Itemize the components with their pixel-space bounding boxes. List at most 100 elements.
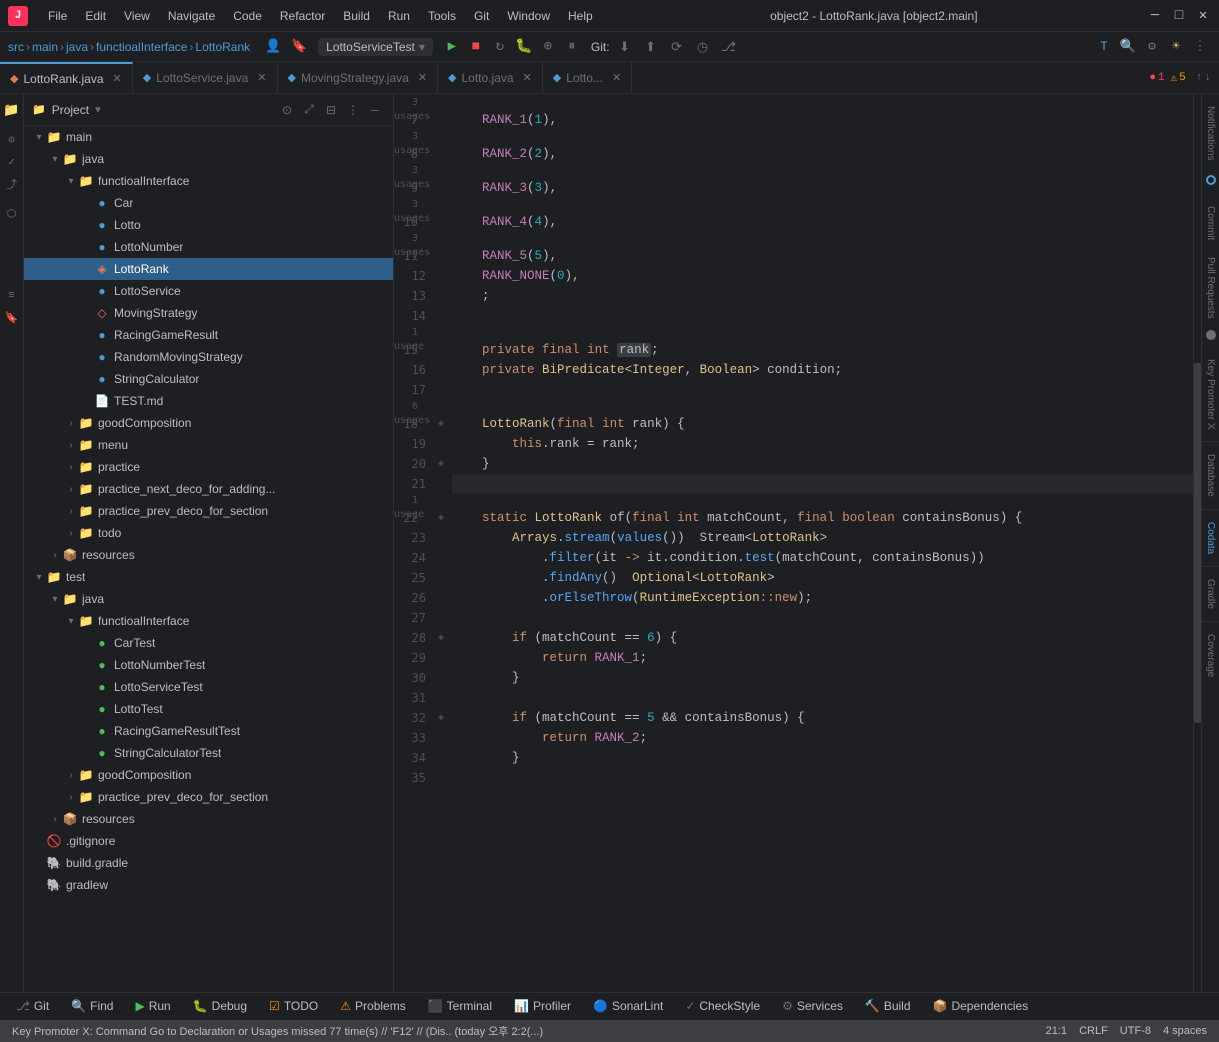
- tree-item[interactable]: ● StringCalculator: [24, 368, 393, 390]
- search-btn[interactable]: 🔍: [1117, 36, 1139, 58]
- menu-item-edit[interactable]: Edit: [77, 7, 114, 25]
- bookmark-btn[interactable]: 🔖: [288, 36, 310, 58]
- editor-tab[interactable]: ◆LottoService.java✕: [133, 62, 278, 93]
- tree-item[interactable]: ● LottoTest: [24, 698, 393, 720]
- settings-btn[interactable]: ⚙: [1141, 36, 1163, 58]
- rerun-btn[interactable]: ↻: [489, 36, 511, 58]
- codata-panel-label[interactable]: Codata: [1203, 514, 1218, 562]
- breadcrumb-item[interactable]: java: [66, 40, 88, 54]
- status-indent[interactable]: 4 spaces: [1159, 1020, 1211, 1042]
- editor-tab[interactable]: ◆Lotto...✕: [543, 62, 632, 93]
- tree-item[interactable]: ● Car: [24, 192, 393, 214]
- tree-item[interactable]: ● LottoNumber: [24, 236, 393, 258]
- minimize-btn[interactable]: ─: [1147, 8, 1163, 24]
- tree-item[interactable]: ▾ 📁 test: [24, 566, 393, 588]
- close-btn[interactable]: ✕: [1195, 8, 1211, 24]
- tree-item[interactable]: › 📁 menu: [24, 434, 393, 456]
- nav-actions[interactable]: 👤 🔖: [262, 36, 310, 58]
- tree-item[interactable]: › 📁 practice_prev_deco_for_section: [24, 500, 393, 522]
- structure-btn[interactable]: ≡: [2, 286, 22, 306]
- profile-btn[interactable]: 👤: [262, 36, 284, 58]
- pull-requests-btn[interactable]: ⤴: [2, 174, 22, 194]
- editor-tab[interactable]: ◆MovingStrategy.java✕: [278, 62, 439, 93]
- debug-btn[interactable]: 🐛: [513, 36, 535, 58]
- minimize-panel-btn[interactable]: ─: [365, 100, 385, 120]
- commit-btn[interactable]: ✓: [2, 152, 22, 172]
- tree-item[interactable]: ● StringCalculatorTest: [24, 742, 393, 764]
- tree-item[interactable]: ● LottoService: [24, 280, 393, 302]
- tree-item[interactable]: ◇ MovingStrategy: [24, 302, 393, 324]
- tab-close-btn[interactable]: ✕: [257, 71, 266, 84]
- tree-item[interactable]: ● RacingGameResult: [24, 324, 393, 346]
- tree-item[interactable]: ◈ LottoRank: [24, 258, 393, 280]
- window-controls[interactable]: ─ □ ✕: [1147, 8, 1211, 24]
- pause-btn[interactable]: ⏸: [561, 36, 583, 58]
- bookmarks-btn[interactable]: 🔖: [2, 308, 22, 328]
- stop-btn[interactable]: ■: [465, 36, 487, 58]
- tree-item[interactable]: 🚫 .gitignore: [24, 830, 393, 852]
- minimap[interactable]: [1193, 94, 1201, 992]
- panel-header-actions[interactable]: ⊙ ⤢ ⊟ ⋮ ─: [277, 100, 385, 120]
- locate-btn[interactable]: ⊙: [277, 100, 297, 120]
- tree-item[interactable]: 🐘 build.gradle: [24, 852, 393, 874]
- tree-item[interactable]: ● RacingGameResultTest: [24, 720, 393, 742]
- tab-close-btn[interactable]: ✕: [612, 71, 621, 84]
- vcs-btn[interactable]: ⊙: [2, 130, 22, 150]
- tab-close-btn[interactable]: ✕: [418, 71, 427, 84]
- toolbar-tab-problems[interactable]: ⚠Problems: [332, 995, 413, 1019]
- status-position[interactable]: 21:1: [1042, 1020, 1071, 1042]
- tab-close-btn[interactable]: ✕: [113, 72, 122, 85]
- editor-tab[interactable]: ◆LottoRank.java✕: [0, 62, 133, 93]
- toolbar-tab-build[interactable]: 🔨Build: [857, 995, 919, 1019]
- theme-btn[interactable]: ☀: [1165, 36, 1187, 58]
- notifications-icon[interactable]: [1206, 175, 1216, 185]
- breadcrumb-item[interactable]: LottoRank: [195, 40, 250, 54]
- tree-item[interactable]: ● CarTest: [24, 632, 393, 654]
- status-charset[interactable]: UTF-8: [1116, 1020, 1155, 1042]
- status-line-ending[interactable]: CRLF: [1075, 1020, 1112, 1042]
- file-tree[interactable]: ▾ 📁 main ▾ 📁 java ▾ 📁 functioalInterface…: [24, 126, 393, 992]
- tree-item[interactable]: › 📁 practice_prev_deco_for_section: [24, 786, 393, 808]
- tree-item[interactable]: › 📦 resources: [24, 808, 393, 830]
- tree-item[interactable]: › 📁 practice: [24, 456, 393, 478]
- toolbar-tab-git[interactable]: ⎇Git: [8, 995, 57, 1019]
- menu-item-view[interactable]: View: [116, 7, 158, 25]
- toolbar-tab-terminal[interactable]: ⬛Terminal: [420, 995, 500, 1019]
- git-push-btn[interactable]: ⬆: [640, 36, 662, 58]
- menu-item-help[interactable]: Help: [560, 7, 601, 25]
- breadcrumb-item[interactable]: functioalInterface: [96, 40, 187, 54]
- menu-item-window[interactable]: Window: [499, 7, 558, 25]
- breadcrumb-item[interactable]: main: [32, 40, 58, 54]
- menu-item-run[interactable]: Run: [380, 7, 418, 25]
- menu-item-code[interactable]: Code: [225, 7, 270, 25]
- run-controls[interactable]: ▶ ■ ↻ 🐛 ⊕ ⏸: [441, 36, 583, 58]
- github-btn[interactable]: ⬡: [2, 204, 22, 224]
- tree-item[interactable]: ▾ 📁 functioalInterface: [24, 610, 393, 632]
- tree-item[interactable]: › 📦 resources: [24, 544, 393, 566]
- toolbar-tab-debug[interactable]: 🐛Debug: [185, 995, 255, 1019]
- minimap-thumb[interactable]: [1194, 363, 1201, 722]
- tree-item[interactable]: ● RandomMovingStrategy: [24, 346, 393, 368]
- git-history-btn[interactable]: ◷: [692, 36, 714, 58]
- coverage-btn[interactable]: ⊕: [537, 36, 559, 58]
- toolbar-tab-services[interactable]: ⚙Services: [774, 995, 851, 1019]
- tree-item[interactable]: ▾ 📁 main: [24, 126, 393, 148]
- toolbar-tab-todo[interactable]: ☑TODO: [261, 995, 326, 1019]
- menu-item-navigate[interactable]: Navigate: [160, 7, 223, 25]
- tree-item[interactable]: ● Lotto: [24, 214, 393, 236]
- coverage-panel-label[interactable]: Coverage: [1203, 626, 1218, 685]
- toolbar-tab-checkstyle[interactable]: ✓CheckStyle: [677, 995, 768, 1019]
- expand-btn[interactable]: ⤢: [299, 100, 319, 120]
- breadcrumb-item[interactable]: src: [8, 40, 24, 54]
- tree-item[interactable]: ▾ 📁 functioalInterface: [24, 170, 393, 192]
- notification-icons[interactable]: T 🔍 ⚙ ☀ ⋮: [1093, 36, 1211, 58]
- more-btn[interactable]: ⋮: [1189, 36, 1211, 58]
- git-fetch-btn[interactable]: ⟳: [666, 36, 688, 58]
- run-btn[interactable]: ▶: [441, 36, 463, 58]
- tree-item[interactable]: ▾ 📁 java: [24, 148, 393, 170]
- toolbar-tab-profiler[interactable]: 📊Profiler: [506, 995, 579, 1019]
- collapse-btn[interactable]: ⊟: [321, 100, 341, 120]
- git-branch-btn[interactable]: ⎇: [718, 36, 740, 58]
- notifications-panel-label[interactable]: Notifications: [1203, 98, 1218, 168]
- menu-item-tools[interactable]: Tools: [420, 7, 464, 25]
